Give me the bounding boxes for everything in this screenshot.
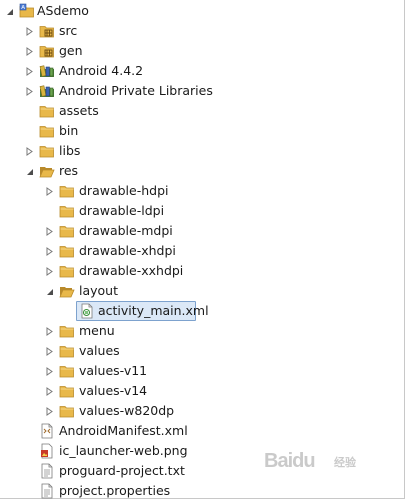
image-file-icon: [39, 443, 55, 459]
folder-icon: [59, 243, 75, 259]
collapse-arrow-icon[interactable]: [44, 401, 54, 421]
collapse-arrow-icon[interactable]: [44, 221, 54, 241]
tree-item-label: drawable-xhdpi: [79, 243, 176, 258]
tree-item[interactable]: project.properties: [0, 481, 404, 501]
folder-icon: [59, 343, 75, 359]
expand-arrow-icon[interactable]: [4, 1, 14, 21]
tree-item[interactable]: AndroidManifest.xml: [0, 421, 404, 441]
tree-item[interactable]: drawable-hdpi: [0, 181, 404, 201]
tree-item-label: gen: [59, 43, 83, 58]
tree-item-label: proguard-project.txt: [59, 463, 185, 478]
collapse-arrow-icon[interactable]: [44, 361, 54, 381]
folder-icon: [59, 403, 75, 419]
tree-item[interactable]: src: [0, 21, 404, 41]
tree-item[interactable]: values-v11: [0, 361, 404, 381]
source-folder-icon: [39, 23, 55, 39]
tree-item[interactable]: bin: [0, 121, 404, 141]
tree-item-label: Android Private Libraries: [59, 83, 213, 98]
tree-item-label: menu: [79, 323, 115, 338]
tree-item-label: ic_launcher-web.png: [59, 443, 188, 458]
package-explorer-panel: A ASdemo src gen Android 4.4.2 Android Privat…: [0, 0, 405, 499]
collapse-arrow-icon[interactable]: [24, 141, 34, 161]
tree-item-label: activity_main.xml: [98, 303, 209, 318]
xml-layout-file-icon: [79, 303, 95, 319]
library-icon: [39, 63, 55, 79]
folder-icon: [39, 143, 55, 159]
tree-item-label: project.properties: [59, 483, 171, 498]
tree-item-label: Android 4.4.2: [59, 63, 144, 78]
tree-item-label: bin: [59, 123, 79, 138]
tree-item-label: layout: [79, 283, 119, 298]
watermark-subtext: 经验: [334, 457, 356, 469]
folder-icon: [39, 123, 55, 139]
manifest-file-icon: [39, 423, 55, 439]
tree-item-label: assets: [59, 103, 99, 118]
expand-arrow-icon[interactable]: [44, 281, 54, 301]
project-icon: A: [19, 3, 35, 19]
collapse-arrow-icon[interactable]: [24, 21, 34, 41]
tree-item-label: drawable-ldpi: [79, 203, 165, 218]
tree-item-label: src: [59, 23, 78, 38]
tree-item[interactable]: A ASdemo: [0, 1, 404, 21]
collapse-arrow-icon[interactable]: [44, 241, 54, 261]
folder-icon: [59, 203, 75, 219]
tree-item[interactable]: activity_main.xml: [0, 301, 404, 321]
tree-item[interactable]: assets: [0, 101, 404, 121]
collapse-arrow-icon[interactable]: [44, 341, 54, 361]
folder-icon: [59, 183, 75, 199]
open-folder-icon: [59, 283, 75, 299]
folder-icon: [59, 323, 75, 339]
collapse-arrow-icon[interactable]: [44, 181, 54, 201]
collapse-arrow-icon[interactable]: [44, 261, 54, 281]
tree-item-label: drawable-xxhdpi: [79, 263, 184, 278]
source-folder-icon: [39, 43, 55, 59]
tree-item-label: values-v14: [79, 383, 148, 398]
tree-item-label: drawable-hdpi: [79, 183, 169, 198]
tree-item-label: values: [79, 343, 120, 358]
collapse-arrow-icon[interactable]: [44, 321, 54, 341]
tree-item-label: values-v11: [79, 363, 148, 378]
folder-icon: [59, 383, 75, 399]
tree-item-label: drawable-mdpi: [79, 223, 173, 238]
folder-icon: [59, 263, 75, 279]
text-file-icon: [39, 483, 55, 499]
watermark-logo: Baidu: [264, 450, 316, 472]
folder-icon: [59, 363, 75, 379]
tree-item-label: values-w820dp: [79, 403, 175, 418]
tree-item-label: libs: [59, 143, 81, 158]
tree-item[interactable]: layout: [0, 281, 404, 301]
tree-item-label: res: [59, 163, 79, 178]
tree-item[interactable]: menu: [0, 321, 404, 341]
tree-item-label: AndroidManifest.xml: [59, 423, 188, 438]
tree-item-label: ASdemo: [37, 3, 89, 18]
tree-item[interactable]: gen: [0, 41, 404, 61]
tree-item[interactable]: values-w820dp: [0, 401, 404, 421]
tree-item[interactable]: libs: [0, 141, 404, 161]
tree-item[interactable]: drawable-mdpi: [0, 221, 404, 241]
tree-item[interactable]: Android Private Libraries: [0, 81, 404, 101]
watermark: Baidu 经验: [264, 450, 374, 480]
tree-item[interactable]: drawable-xhdpi: [0, 241, 404, 261]
svg-text:A: A: [21, 5, 25, 11]
collapse-arrow-icon[interactable]: [24, 61, 34, 81]
folder-icon: [39, 103, 55, 119]
collapse-arrow-icon[interactable]: [24, 81, 34, 101]
tree-item[interactable]: values-v14: [0, 381, 404, 401]
tree-item[interactable]: drawable-xxhdpi: [0, 261, 404, 281]
library-icon: [39, 83, 55, 99]
open-folder-icon: [39, 163, 55, 179]
tree-item[interactable]: Android 4.4.2: [0, 61, 404, 81]
collapse-arrow-icon[interactable]: [24, 41, 34, 61]
tree-item[interactable]: values: [0, 341, 404, 361]
folder-icon: [59, 223, 75, 239]
text-file-icon: [39, 463, 55, 479]
tree-item[interactable]: res: [0, 161, 404, 181]
expand-arrow-icon[interactable]: [24, 161, 34, 181]
tree-item[interactable]: drawable-ldpi: [0, 201, 404, 221]
collapse-arrow-icon[interactable]: [44, 381, 54, 401]
